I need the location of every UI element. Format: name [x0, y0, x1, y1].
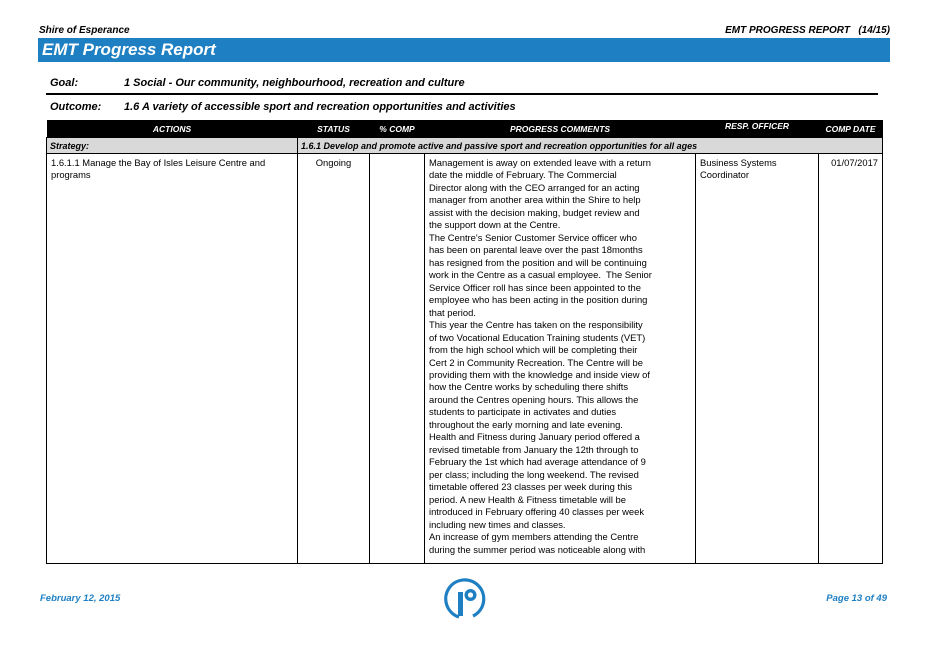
- outcome-text: 1.6 A variety of accessible sport and re…: [124, 101, 516, 113]
- comment-line: introduced in February offering 40 class…: [429, 506, 645, 518]
- page-number: Page 13 of 49: [826, 593, 887, 604]
- comment-line: from the high school which will be compl…: [429, 344, 638, 356]
- responsible-officer-cell: Business Systems Coordinator: [695, 153, 819, 564]
- comment-line: around the Centres opening hours. This a…: [429, 393, 639, 405]
- footer-date: February 12, 2015: [40, 593, 121, 604]
- report-heading: EMT PROGRESS REPORT (14/15): [725, 25, 890, 36]
- status-cell: Ongoing: [297, 153, 370, 564]
- comment-line: that period.: [429, 306, 476, 318]
- comment-line: throughout the early morning and late ev…: [429, 418, 623, 430]
- comment-line: manager from another area within the Shi…: [429, 194, 641, 206]
- column-header-resp-officer: RESP. OFFICER: [695, 120, 819, 138]
- comment-line: This year the Centre has taken on the re…: [429, 319, 643, 331]
- goal-text: 1 Social - Our community, neighbourhood,…: [124, 77, 465, 89]
- progress-comments-text: Management is away on extended leave wit…: [429, 157, 691, 556]
- percent-complete-cell: [369, 153, 425, 564]
- comment-line: February the 1st which had average atten…: [429, 456, 646, 468]
- comment-line: work in the Centre as a casual employee.…: [429, 269, 652, 281]
- comment-line: employee who has been acting in the posi…: [429, 294, 648, 306]
- progress-table: ACTIONS STATUS % COMP PROGRESS COMMENTS …: [46, 120, 883, 564]
- organisation-name: Shire of Esperance: [39, 25, 130, 36]
- table-header-row: ACTIONS STATUS % COMP PROGRESS COMMENTS …: [46, 120, 883, 138]
- comment-line: providing them with the knowledge and in…: [429, 368, 650, 380]
- comment-line: The Centre's Senior Customer Service off…: [429, 231, 637, 243]
- comment-line: timetable offered 23 classes per week du…: [429, 481, 633, 493]
- comment-line: how the Centre works by scheduling there…: [429, 381, 629, 393]
- table-row: 1.6.1.1 Manage the Bay of Isles Leisure …: [46, 153, 883, 564]
- column-header-status: STATUS: [297, 120, 370, 138]
- comment-line: Service Officer roll has since been appo…: [429, 281, 641, 293]
- comment-line: has resigned from the position and will …: [429, 256, 647, 268]
- comment-line: period. A new Health & Fitness timetable…: [429, 493, 626, 505]
- page-title: EMT Progress Report: [42, 40, 216, 59]
- comment-line: students to participate in activates and…: [429, 406, 617, 418]
- title-banner: EMT Progress Report: [38, 38, 890, 62]
- completion-date-cell: 01/07/2017: [818, 153, 883, 564]
- comment-line: revised timetable from January the 12th …: [429, 443, 639, 455]
- goal-divider: [46, 93, 878, 95]
- comment-line: the support down at the Centre.: [429, 219, 561, 231]
- progress-comments-cell: Management is away on extended leave wit…: [424, 153, 696, 564]
- comment-line: has been on parental leave over the past…: [429, 244, 643, 256]
- column-header-comp-date: COMP DATE: [818, 120, 883, 138]
- goal-label: Goal:: [50, 77, 79, 89]
- comment-line: Cert 2 in Community Recreation. The Cent…: [429, 356, 643, 368]
- comment-line: An increase of gym members attending the…: [429, 531, 639, 543]
- comment-line: including new times and classes.: [429, 518, 566, 530]
- action-cell: 1.6.1.1 Manage the Bay of Isles Leisure …: [46, 153, 298, 564]
- comment-line: Director along with the CEO arranged for…: [429, 181, 640, 193]
- strategy-label: Strategy:: [46, 137, 298, 154]
- comment-line: of two Vocational Education Training stu…: [429, 331, 646, 343]
- comment-line: per class; including the long weekend. T…: [429, 468, 639, 480]
- comment-line: assist with the decision making, budget …: [429, 206, 640, 218]
- report-period: (14/15): [858, 25, 890, 36]
- column-header-progress-comments: PROGRESS COMMENTS: [424, 120, 696, 138]
- comment-line: date the middle of February. The Commerc…: [429, 169, 617, 181]
- report-label: EMT PROGRESS REPORT: [725, 25, 850, 36]
- strategy-text: 1.6.1 Develop and promote active and pas…: [297, 137, 883, 154]
- column-header-percent-comp: % COMP: [369, 120, 425, 138]
- info-i-logo-icon: [444, 578, 486, 619]
- comment-line: Health and Fitness during January period…: [429, 431, 640, 443]
- comment-line: Management is away on extended leave wit…: [429, 157, 652, 168]
- strategy-row: Strategy: 1.6.1 Develop and promote acti…: [46, 137, 883, 154]
- outcome-label: Outcome:: [50, 101, 102, 113]
- column-header-actions: ACTIONS: [46, 120, 298, 138]
- comment-line: during the summer period was noticeable …: [429, 543, 646, 555]
